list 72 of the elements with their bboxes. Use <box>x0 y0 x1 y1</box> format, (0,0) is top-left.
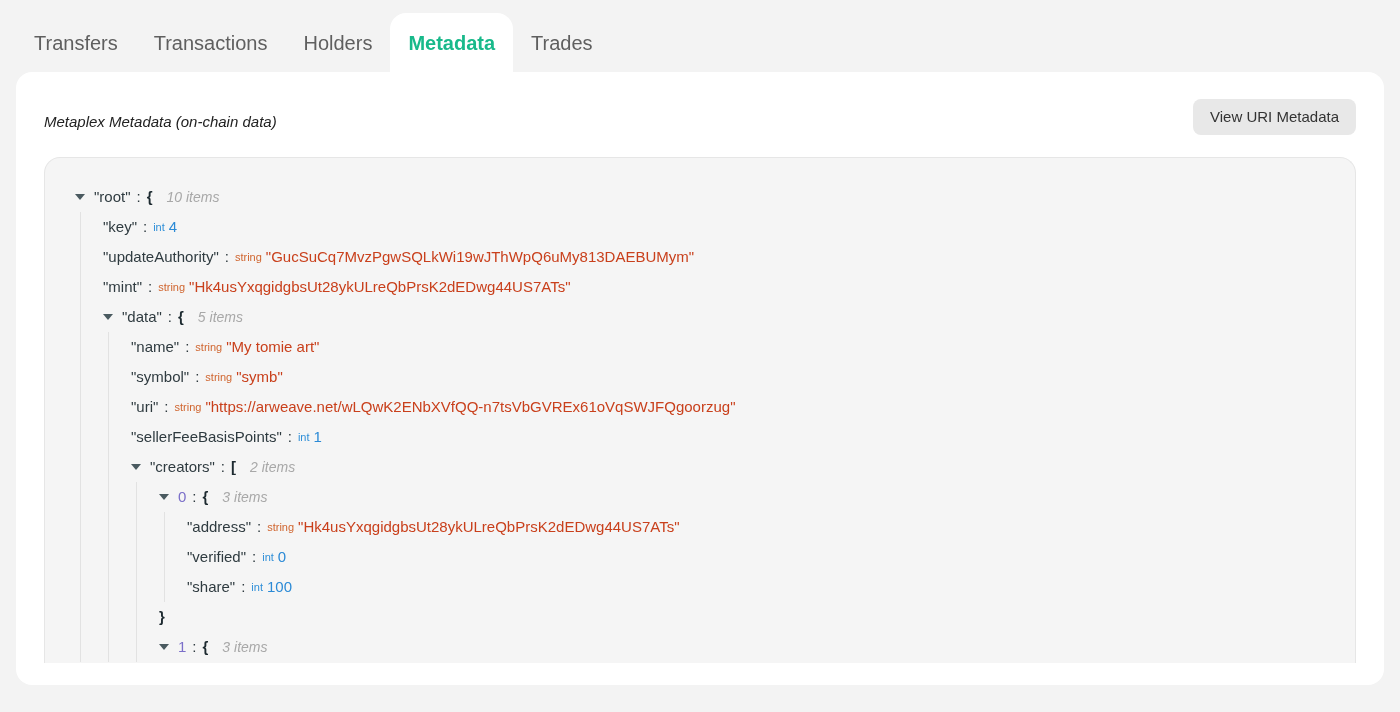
type-label: string <box>158 279 186 295</box>
json-key: "uri" <box>131 395 159 419</box>
json-key: "root" <box>94 185 131 209</box>
colon: : <box>192 486 197 507</box>
colon: : <box>287 426 292 447</box>
type-label: string <box>195 339 223 355</box>
json-key: "sellerFeeBasisPoints" <box>131 425 282 449</box>
json-value: "https://arweave.net/wLQwK2ENbXVfQQ-n7tsVbGVREx61oVqSWJFQgoorzug" <box>205 396 736 417</box>
type-label: string <box>234 249 262 265</box>
bracket: { <box>178 306 184 327</box>
tab[interactable]: Transactions <box>135 13 286 72</box>
item-count: 3 items <box>222 487 268 507</box>
item-count: 10 items <box>166 187 220 207</box>
json-key: 0 <box>178 485 187 509</box>
type-label: int <box>262 549 274 565</box>
type-label: string <box>205 369 233 385</box>
tab[interactable]: Trades <box>513 13 611 72</box>
json-key: "data" <box>122 305 162 329</box>
colon: : <box>195 366 200 387</box>
colon: : <box>252 546 257 567</box>
bracket: { <box>202 636 209 657</box>
caret-icon[interactable] <box>131 463 141 471</box>
colon: : <box>220 456 225 477</box>
json-key: "symbol" <box>131 365 190 389</box>
colon: : <box>224 246 229 267</box>
json-value: "symb" <box>236 366 283 387</box>
section-title: Metaplex Metadata (on-chain data) <box>44 111 277 132</box>
caret-icon[interactable] <box>159 643 169 651</box>
colon: : <box>167 306 172 327</box>
colon: : <box>136 186 141 207</box>
colon: : <box>143 216 148 237</box>
tab[interactable]: Holders <box>285 13 391 72</box>
tab[interactable]: Transfers <box>16 13 136 72</box>
type-label: int <box>297 429 310 445</box>
json-key: "mint" <box>103 275 142 299</box>
json-value: 0 <box>277 546 287 567</box>
colon: : <box>241 576 246 597</box>
type-label: int <box>153 219 165 235</box>
json-key: 1 <box>178 635 187 659</box>
view-uri-metadata-button[interactable]: View URI Metadata <box>1193 99 1356 135</box>
caret-icon[interactable] <box>159 493 169 501</box>
bracket: [ <box>231 456 236 477</box>
type-label: int <box>251 579 263 595</box>
caret-icon[interactable] <box>75 193 85 201</box>
json-key: "address" <box>187 515 251 539</box>
item-count: 2 items <box>250 457 296 477</box>
json-value: "GucSuCq7MvzPgwSQLkWi19wJThWpQ6uMy813DAEBUMym" <box>265 246 695 267</box>
colon: : <box>148 276 153 297</box>
bracket: { <box>202 486 209 507</box>
json-value: 1 <box>313 426 322 447</box>
json-key: "key" <box>103 215 137 239</box>
json-key: "creators" <box>150 455 215 479</box>
item-count: 3 items <box>222 637 268 657</box>
type-label: string <box>174 399 202 415</box>
json-key: "verified" <box>187 545 246 569</box>
colon: : <box>164 396 169 417</box>
json-key: "name" <box>131 335 180 359</box>
colon: : <box>185 336 190 357</box>
json-value: 4 <box>168 216 178 237</box>
json-value: "Hk4usYxqgidgbsUt28ykULreQbPrsK2dEDwg44US7ATs" <box>189 276 571 297</box>
json-value: 100 <box>266 576 292 597</box>
type-label: string <box>267 519 295 535</box>
json-value: "Hk4usYxqgidgbsUt28ykULreQbPrsK2dEDwg44US7ATs" <box>298 516 680 537</box>
colon: : <box>192 636 197 657</box>
json-key: "updateAuthority" <box>103 245 219 269</box>
item-count: 5 items <box>197 307 243 327</box>
bracket: } <box>159 606 165 627</box>
json-key: "share" <box>187 575 236 599</box>
bracket: { <box>146 186 153 207</box>
colon: : <box>257 516 262 537</box>
json-value: "My tomie art" <box>226 336 320 357</box>
caret-icon[interactable] <box>103 313 113 321</box>
